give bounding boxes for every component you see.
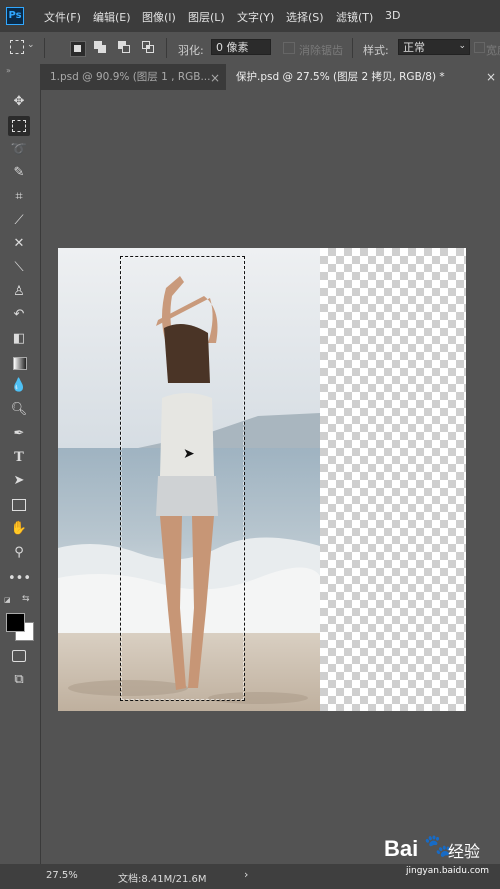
baidu-watermark: Bai 🐾 经验 jingyan.baidu.com — [384, 834, 494, 880]
menu-image[interactable]: 图像(I) — [142, 9, 176, 25]
status-menu-arrow[interactable]: › — [244, 868, 248, 881]
move-cursor-icon: ➤ — [183, 446, 195, 462]
tab-label: 1.psd @ 90.9% (图层 1 , RGB... — [50, 71, 211, 83]
zoom-level[interactable]: 27.5% — [46, 870, 78, 881]
width-label: 宽度 — [486, 44, 500, 57]
dodge-tool-icon[interactable]: 🔍︎ — [8, 400, 30, 420]
crop-tool-icon[interactable]: ⌗ — [8, 187, 30, 207]
tools-panel: » ✥ ➰ ✎ ⌗ ⟋ ✕ ⟍ ♙ ↶ ◧ 💧 🔍︎ ✒ T ➤ ✋ ⚲ •••… — [0, 64, 41, 864]
path-selection-tool-icon[interactable]: ➤ — [8, 471, 30, 491]
more-tools-icon[interactable]: ••• — [8, 569, 31, 589]
add-to-selection-icon[interactable] — [94, 41, 108, 55]
close-icon[interactable]: × — [486, 70, 496, 84]
pen-tool-icon[interactable]: ✒ — [8, 424, 30, 444]
rect-marquee-tool-icon[interactable] — [8, 116, 30, 136]
rect-marquee-preset-icon[interactable] — [10, 40, 24, 54]
menu-filter[interactable]: 滤镜(T) — [336, 9, 373, 25]
gradient-tool-icon[interactable] — [8, 353, 30, 373]
style-select-value: 正常 — [403, 41, 425, 54]
tab-document-1[interactable]: 1.psd @ 90.9% (图层 1 , RGB... — [40, 64, 226, 90]
style-label: 样式: — [363, 44, 389, 57]
subtract-from-selection-icon[interactable] — [118, 41, 132, 55]
collapse-arrows-icon[interactable]: » — [6, 66, 11, 75]
antialias-label: 消除锯齿 — [299, 44, 343, 57]
eraser-tool-icon[interactable]: ◧ — [8, 329, 30, 349]
menu-layer[interactable]: 图层(L) — [188, 9, 225, 25]
menu-select[interactable]: 选择(S) — [286, 9, 324, 25]
clone-stamp-tool-icon[interactable]: ♙ — [8, 282, 30, 302]
brush-tool-icon[interactable]: ⟍ — [8, 258, 30, 278]
lasso-tool-icon[interactable]: ➰ — [8, 140, 30, 160]
tab-document-2[interactable]: 保护.psd @ 27.5% (图层 2 拷贝, RGB/8) * — [226, 64, 500, 90]
quick-selection-tool-icon[interactable]: ✎ — [8, 163, 30, 183]
quick-mask-icon[interactable] — [8, 646, 30, 666]
close-icon[interactable]: × — [210, 71, 220, 85]
watermark-suffix: 经验 — [448, 842, 481, 861]
new-selection-icon[interactable] — [70, 41, 86, 57]
intersect-selection-icon[interactable] — [142, 41, 156, 55]
blur-tool-icon[interactable]: 💧 — [8, 376, 30, 396]
watermark-url: jingyan.baidu.com — [406, 866, 490, 876]
swap-colors-icon[interactable]: ⇆ — [22, 594, 30, 604]
document-tab-bar: 1.psd @ 90.9% (图层 1 , RGB... × 保护.psd @ … — [40, 64, 500, 90]
zoom-tool-icon[interactable]: ⚲ — [8, 543, 30, 563]
chevron-down-icon[interactable]: ⌄ — [27, 40, 35, 50]
transparent-area — [320, 248, 466, 711]
screen-mode-icon[interactable]: ⧉ — [8, 670, 30, 690]
menu-3d[interactable]: 3D — [385, 9, 400, 22]
menu-type[interactable]: 文字(Y) — [237, 9, 274, 25]
options-bar: ⌄ 羽化: 0 像素 消除锯齿 样式: 正常 ⌄ 宽度 — [0, 32, 500, 65]
move-tool-icon[interactable]: ✥ — [8, 92, 30, 112]
selection-marquee[interactable] — [120, 256, 245, 701]
antialias-checkbox[interactable] — [283, 42, 295, 54]
document-size: 文档:8.41M/21.6M — [118, 874, 207, 885]
healing-brush-tool-icon[interactable]: ✕ — [8, 234, 30, 254]
foreground-color-swatch[interactable] — [6, 613, 25, 632]
type-tool-icon[interactable]: T — [8, 448, 30, 468]
watermark-brand: Bai — [384, 836, 419, 861]
feather-label: 羽化: — [178, 44, 204, 57]
menu-file[interactable]: 文件(F) — [44, 9, 81, 25]
default-colors-icon[interactable]: ◪ — [4, 596, 11, 604]
width-checkbox[interactable] — [474, 42, 485, 53]
rectangle-tool-icon[interactable] — [8, 495, 30, 515]
eyedropper-tool-icon[interactable]: ⟋ — [8, 211, 30, 231]
feather-input[interactable]: 0 像素 — [211, 39, 271, 55]
chevron-down-icon: ⌄ — [458, 41, 466, 51]
photoshop-logo[interactable]: Ps — [6, 7, 24, 25]
tab-label: 保护.psd @ 27.5% (图层 2 拷贝, RGB/8) * — [236, 71, 445, 83]
menu-bar: Ps 文件(F) 编辑(E) 图像(I) 图层(L) 文字(Y) 选择(S) 滤… — [0, 0, 500, 32]
history-brush-tool-icon[interactable]: ↶ — [8, 305, 30, 325]
menu-edit[interactable]: 编辑(E) — [93, 9, 131, 25]
hand-tool-icon[interactable]: ✋ — [8, 519, 30, 539]
style-select[interactable]: 正常 ⌄ — [398, 39, 470, 55]
